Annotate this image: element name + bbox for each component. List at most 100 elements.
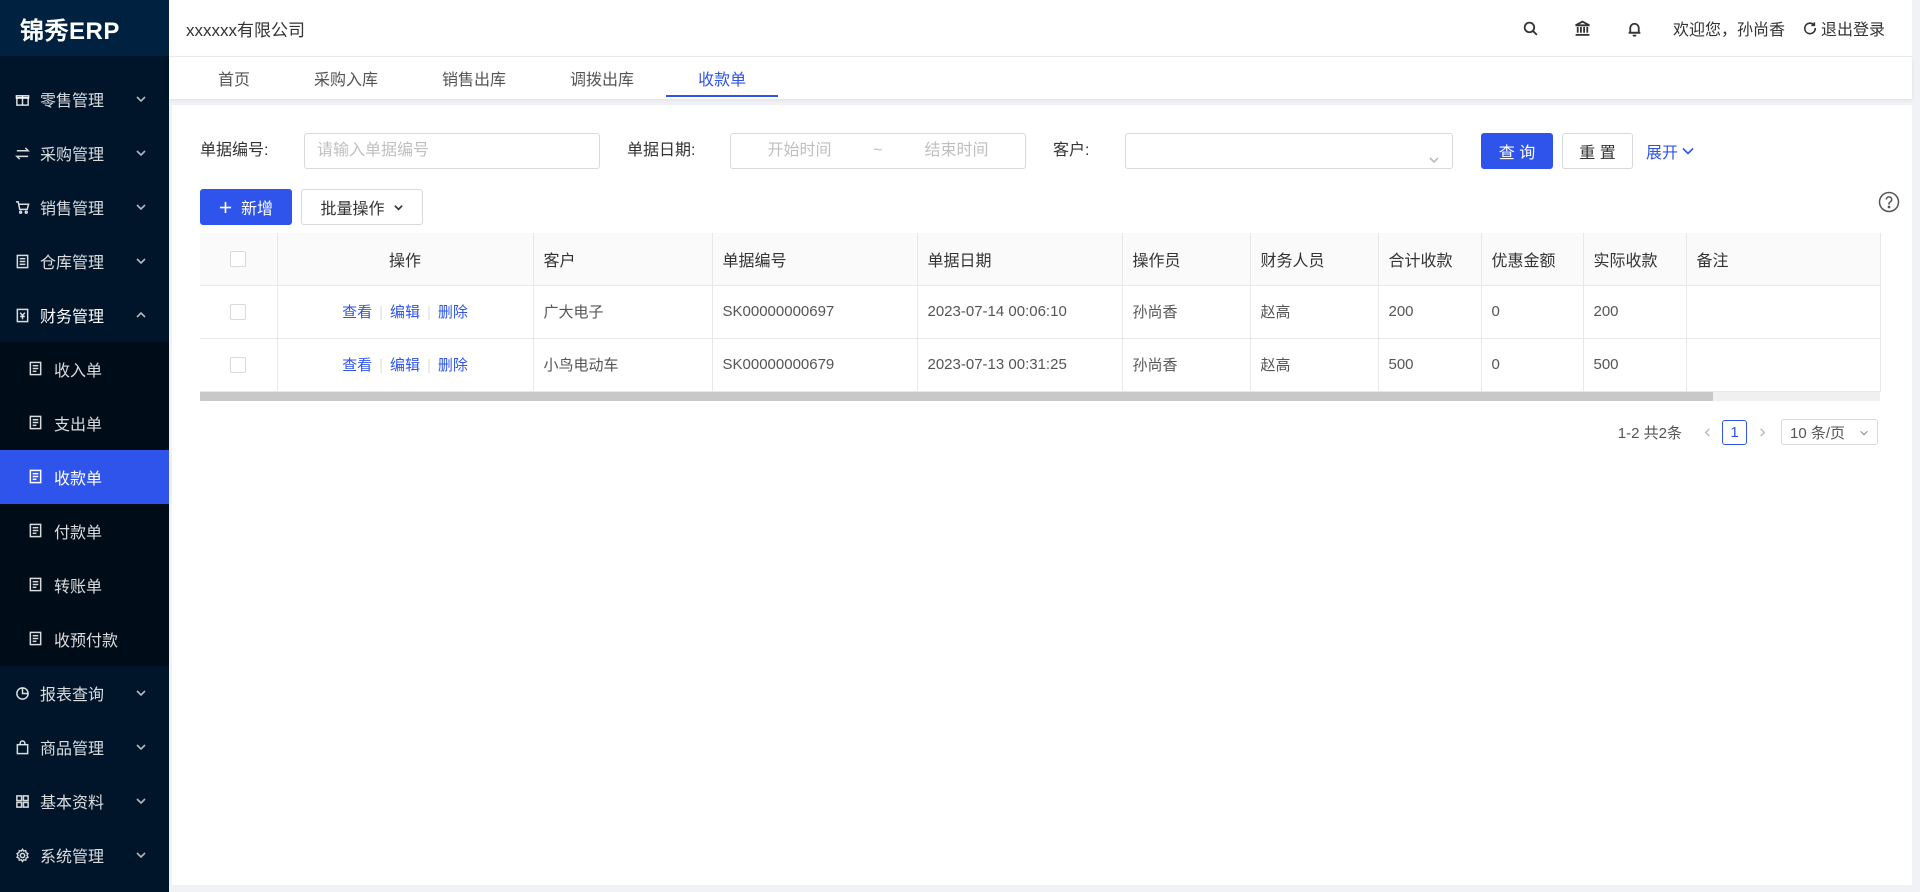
sidebar-item-basic-data[interactable]: 基本资料 bbox=[0, 774, 169, 828]
sidebar-subitem-transfer[interactable]: 转账单 bbox=[0, 558, 169, 612]
prev-page-button[interactable] bbox=[1696, 419, 1718, 445]
file-text-icon bbox=[28, 469, 44, 485]
date-start-input[interactable]: 开始时间 bbox=[731, 134, 868, 168]
delete-link[interactable]: 删除 bbox=[438, 304, 468, 321]
tab-purchase-in[interactable]: 采购入库 bbox=[282, 57, 410, 99]
sidebar-subitem-expense[interactable]: 支出单 bbox=[0, 396, 169, 450]
doc-no-label: 单据编号: bbox=[200, 142, 269, 159]
tab-transfer-out[interactable]: 调拨出库 bbox=[538, 57, 666, 99]
cell-finance: 赵高 bbox=[1250, 285, 1379, 339]
chevron-down-icon bbox=[135, 687, 147, 699]
sidebar-item-label: 报表查询 bbox=[40, 687, 105, 704]
chevron-down-icon bbox=[1860, 430, 1868, 436]
page-size-value: 10 条/页 bbox=[1790, 424, 1846, 442]
bank-icon[interactable] bbox=[1557, 0, 1609, 57]
plus-icon bbox=[219, 201, 232, 213]
sidebar-subitem-advance[interactable]: 收预付款 bbox=[0, 612, 169, 666]
sidebar-item-label: 零售管理 bbox=[40, 93, 105, 110]
column-header: 单据日期 bbox=[917, 233, 1123, 286]
help-icon[interactable] bbox=[1878, 191, 1900, 213]
sidebar-item-reports[interactable]: 报表查询 bbox=[0, 666, 169, 720]
sidebar-subitem-label: 转账单 bbox=[54, 579, 103, 596]
sidebar-item-sales[interactable]: 销售管理 bbox=[0, 180, 169, 234]
cell-remark bbox=[1686, 338, 1881, 392]
edit-link[interactable]: 编辑 bbox=[390, 304, 420, 321]
welcome-user[interactable]: 欢迎您，孙尚香 bbox=[1673, 16, 1785, 40]
column-header: 财务人员 bbox=[1250, 233, 1379, 286]
file-text-icon bbox=[28, 361, 44, 377]
chevron-left-icon bbox=[1704, 427, 1710, 437]
cell-discount: 0 bbox=[1481, 338, 1584, 392]
swap-icon bbox=[14, 145, 30, 161]
sidebar-item-retail[interactable]: 零售管理 bbox=[0, 72, 169, 126]
list-icon bbox=[14, 253, 30, 269]
view-link[interactable]: 查看 bbox=[342, 357, 372, 374]
chevron-right-icon bbox=[1759, 427, 1765, 437]
sidebar: 锦秀ERP 零售管理 采购管理 销售管理 仓库管理 财务管理 收入单 支出单 收… bbox=[0, 0, 169, 892]
column-header: 操作 bbox=[277, 233, 534, 286]
receipt-table: 操作 客户 单据编号 单据日期 操作员 财务人员 合计收款 优惠金额 实际收款 … bbox=[200, 233, 1881, 401]
sidebar-item-warehouse[interactable]: 仓库管理 bbox=[0, 234, 169, 288]
table-toolbar: 新增 批量操作 bbox=[200, 189, 1900, 225]
page-size-select[interactable]: 10 条/页 bbox=[1781, 419, 1878, 445]
tab-home[interactable]: 首页 bbox=[186, 57, 282, 99]
query-button[interactable]: 查 询 bbox=[1481, 133, 1553, 169]
cell-remark bbox=[1686, 285, 1881, 339]
tab-sales-out[interactable]: 销售出库 bbox=[410, 57, 538, 99]
delete-link[interactable]: 删除 bbox=[438, 357, 468, 374]
sidebar-subitem-label: 支出单 bbox=[54, 417, 103, 434]
row-checkbox[interactable] bbox=[230, 357, 247, 374]
customer-select[interactable] bbox=[1125, 133, 1453, 169]
sidebar-subitem-label: 付款单 bbox=[54, 525, 103, 542]
sidebar-item-label: 基本资料 bbox=[40, 795, 105, 812]
customer-label: 客户: bbox=[1053, 142, 1090, 159]
batch-operation-dropdown[interactable]: 批量操作 bbox=[301, 189, 423, 225]
edit-link[interactable]: 编辑 bbox=[390, 357, 420, 374]
sidebar-item-purchase[interactable]: 采购管理 bbox=[0, 126, 169, 180]
finance-submenu: 收入单 支出单 收款单 付款单 转账单 收预付款 bbox=[0, 342, 169, 666]
sidebar-item-finance[interactable]: 财务管理 bbox=[0, 288, 169, 342]
chevron-down-icon bbox=[393, 204, 403, 211]
column-header: 合计收款 bbox=[1378, 233, 1482, 286]
account-book-icon bbox=[14, 307, 30, 323]
next-page-button[interactable] bbox=[1751, 419, 1773, 445]
scrollbar-thumb[interactable] bbox=[200, 391, 1713, 401]
chevron-down-icon bbox=[135, 795, 147, 807]
select-all-checkbox[interactable] bbox=[230, 250, 247, 267]
chevron-up-icon bbox=[135, 309, 147, 321]
date-separator: ~ bbox=[873, 142, 883, 159]
logout-label: 退出登录 bbox=[1820, 22, 1885, 39]
chevron-down-icon bbox=[135, 93, 147, 105]
horizontal-scrollbar[interactable] bbox=[200, 391, 1880, 401]
bell-icon[interactable] bbox=[1609, 0, 1661, 57]
sidebar-item-label: 销售管理 bbox=[40, 201, 105, 218]
sidebar-subitem-label: 收入单 bbox=[54, 363, 103, 380]
date-range-picker[interactable]: 开始时间 ~ 结束时间 bbox=[730, 133, 1026, 169]
view-link[interactable]: 查看 bbox=[342, 304, 372, 321]
cell-discount: 0 bbox=[1481, 285, 1584, 339]
logout-button[interactable]: 退出登录 bbox=[1803, 16, 1885, 40]
tab-receipt[interactable]: 收款单 bbox=[666, 57, 779, 99]
sidebar-item-label: 仓库管理 bbox=[40, 255, 105, 272]
row-select-cell bbox=[200, 285, 278, 339]
add-button[interactable]: 新增 bbox=[200, 189, 292, 225]
select-all-cell bbox=[200, 233, 278, 286]
sidebar-item-products[interactable]: 商品管理 bbox=[0, 720, 169, 774]
sidebar-subitem-receipt[interactable]: 收款单 bbox=[0, 450, 169, 504]
table-header-row: 操作 客户 单据编号 单据日期 操作员 财务人员 合计收款 优惠金额 实际收款 … bbox=[200, 233, 1881, 286]
pagination: 1-2 共2条 1 10 条/页 bbox=[1618, 419, 1878, 445]
reset-button[interactable]: 重 置 bbox=[1562, 133, 1633, 169]
row-checkbox[interactable] bbox=[230, 304, 247, 321]
app-logo[interactable]: 锦秀ERP bbox=[0, 0, 169, 56]
search-icon[interactable] bbox=[1505, 0, 1557, 57]
gift-icon bbox=[14, 91, 30, 107]
sidebar-subitem-income[interactable]: 收入单 bbox=[0, 342, 169, 396]
row-actions: 查看 | 编辑 | 删除 bbox=[277, 338, 534, 392]
page-number[interactable]: 1 bbox=[1722, 419, 1747, 445]
sidebar-subitem-payment[interactable]: 付款单 bbox=[0, 504, 169, 558]
expand-toggle[interactable]: 展开 bbox=[1646, 133, 1695, 169]
doc-no-input[interactable]: 请输入单据编号 bbox=[304, 133, 600, 169]
date-end-input[interactable]: 结束时间 bbox=[888, 134, 1025, 168]
sidebar-item-system[interactable]: 系统管理 bbox=[0, 828, 169, 882]
file-text-icon bbox=[28, 415, 44, 431]
